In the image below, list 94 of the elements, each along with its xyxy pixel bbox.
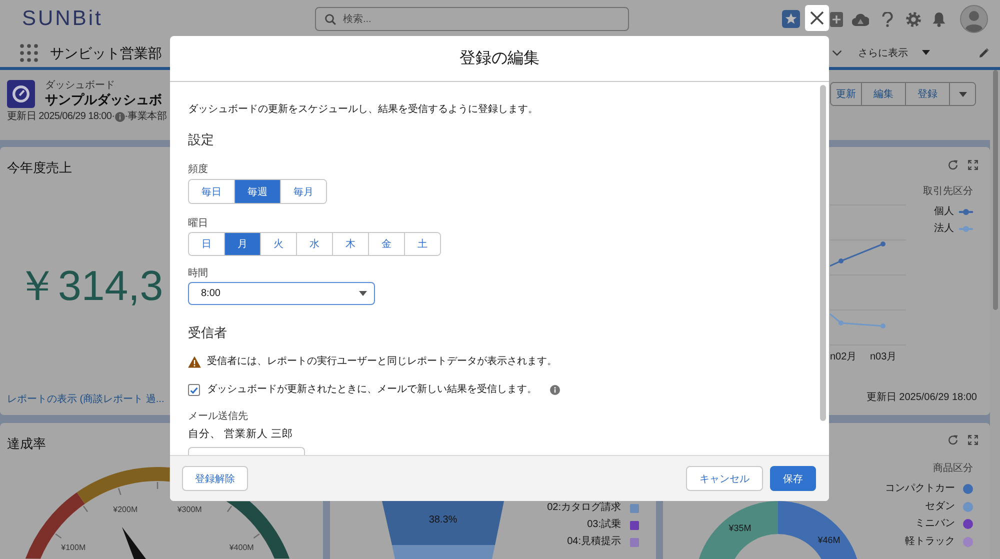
avatar-icon[interactable] <box>960 5 988 33</box>
card-title: 達成率 <box>7 436 46 452</box>
tick-label: ¥400M <box>229 542 254 552</box>
gauge-tick <box>82 506 88 512</box>
legend-label: 02:カタログ請求 <box>547 501 621 515</box>
plus-icon[interactable] <box>830 12 843 26</box>
legend-label: セダン <box>925 500 955 514</box>
data-point <box>880 242 886 246</box>
segment-button[interactable]: 月 <box>224 233 260 255</box>
card-title: 今年度売上 <box>7 160 72 176</box>
refresh-icon[interactable] <box>948 435 958 445</box>
cancel-button[interactable]: キャンセル <box>686 466 763 491</box>
dashboard-type-label: ダッシュボード <box>45 80 115 92</box>
report-link[interactable]: レポートの表示 (商談レポート 過... <box>7 393 164 407</box>
help-icon[interactable] <box>882 12 893 26</box>
data-point <box>880 324 886 328</box>
segment-button[interactable]: 土 <box>404 233 440 255</box>
gauge-needle <box>122 527 146 559</box>
close-button[interactable] <box>805 5 829 31</box>
bell-icon[interactable] <box>932 12 946 26</box>
tick-label: ¥100M <box>61 542 86 552</box>
dropdown-button[interactable] <box>949 83 975 105</box>
gauge-tick <box>118 488 122 495</box>
segment-button[interactable]: 毎週 <box>234 180 280 203</box>
search-field[interactable]: 検索... <box>315 7 629 31</box>
legend-title: 商品区分 <box>933 462 973 476</box>
more-menu-button[interactable]: さらに表示 <box>858 46 930 60</box>
checkmark-icon <box>190 386 198 394</box>
caret-down-icon <box>359 291 367 296</box>
legend-label: 個人 <box>934 205 954 219</box>
segment-button[interactable]: 毎月 <box>280 180 326 203</box>
updated-text: 更新日 2025/06/29 18:00 <box>866 391 977 405</box>
section-heading: 受信者 <box>188 324 227 342</box>
axis-label: n03月 <box>870 352 897 362</box>
data-label: ¥46M <box>818 535 840 545</box>
gauge-tick <box>253 533 260 539</box>
section-heading: 設定 <box>188 131 214 149</box>
data-point <box>838 320 844 326</box>
data-point <box>838 258 844 264</box>
scrollbar-thumb[interactable] <box>993 70 998 310</box>
chart-line <box>830 243 884 267</box>
expand-icon[interactable] <box>968 435 978 445</box>
checkbox[interactable] <box>188 384 200 396</box>
dashboard-icon <box>7 80 35 108</box>
field-label: メール送信先 <box>188 410 248 424</box>
checkbox-label: ダッシュボードが更新されたときに、メールで新しい結果を受信します。 <box>207 383 537 397</box>
updated-text: 更新日 2025/06/29 18:00· <box>7 111 115 123</box>
scrollbar-thumb[interactable] <box>820 85 826 421</box>
expand-icon[interactable] <box>968 160 978 170</box>
legend-label: 軽トラック <box>905 534 955 548</box>
legend-label: 法人 <box>934 222 954 236</box>
legend-label: ミニバン <box>915 517 955 531</box>
app-launcher-icon[interactable] <box>20 44 38 62</box>
gauge-tick <box>156 482 158 489</box>
logo[interactable]: SUNBit <box>22 7 103 31</box>
axis-label: n02月 <box>830 352 857 362</box>
field-label: 時間 <box>188 267 208 281</box>
legend-label: 03:試乗 <box>587 518 621 532</box>
gauge-tick <box>226 506 232 512</box>
refresh-icon[interactable] <box>948 160 958 170</box>
data-label: 38.3% <box>428 514 458 526</box>
gauge-segment <box>226 501 290 559</box>
warning-icon <box>188 356 201 368</box>
warning-text: 受信者には、レポートの実行ユーザーと同じレポートデータが表示されます。 <box>207 355 557 369</box>
save-button[interactable]: 保存 <box>770 466 816 491</box>
close-icon <box>810 11 824 25</box>
legend-title: 取引先区分 <box>923 185 973 199</box>
description-text: ダッシュボードの更新をスケジュールし、結果を受信するように登録します。 <box>188 103 538 117</box>
caret-down-icon <box>958 92 966 96</box>
chart-line <box>830 313 884 327</box>
tick-label: ¥300M <box>177 505 202 514</box>
owner-text: ·事業本部 <box>124 111 167 123</box>
legend-label: コンパクトカー <box>885 482 955 496</box>
gauge-tick <box>55 533 62 539</box>
legend-label: 04:見積提示 <box>567 535 621 549</box>
time-dropdown[interactable]: 8:00 <box>188 282 375 305</box>
dashboard-title: サンプルダッシュボ <box>45 92 162 108</box>
pencil-icon[interactable] <box>979 48 989 58</box>
unsubscribe-button[interactable]: 登録解除 <box>182 466 248 491</box>
kpi-value: ￥314,3 <box>16 262 164 310</box>
info-icon <box>550 385 560 395</box>
caret-down-icon <box>922 50 930 55</box>
cloud-icon[interactable] <box>852 12 869 26</box>
modal-title: 登録の編集 <box>460 48 540 68</box>
info-icon <box>114 112 125 122</box>
settings-icon[interactable] <box>906 12 921 26</box>
data-label: ¥35M <box>728 523 752 533</box>
chevron-down-icon[interactable] <box>832 50 842 56</box>
field-label: 頻度 <box>188 163 208 177</box>
field-label: 曜日 <box>188 217 208 231</box>
recipients-text: 自分、 営業新人 三郎 <box>188 427 293 441</box>
tick-label: ¥200M <box>113 505 138 514</box>
search-icon <box>325 14 336 24</box>
app-name: サンビット営業部 <box>50 44 162 62</box>
